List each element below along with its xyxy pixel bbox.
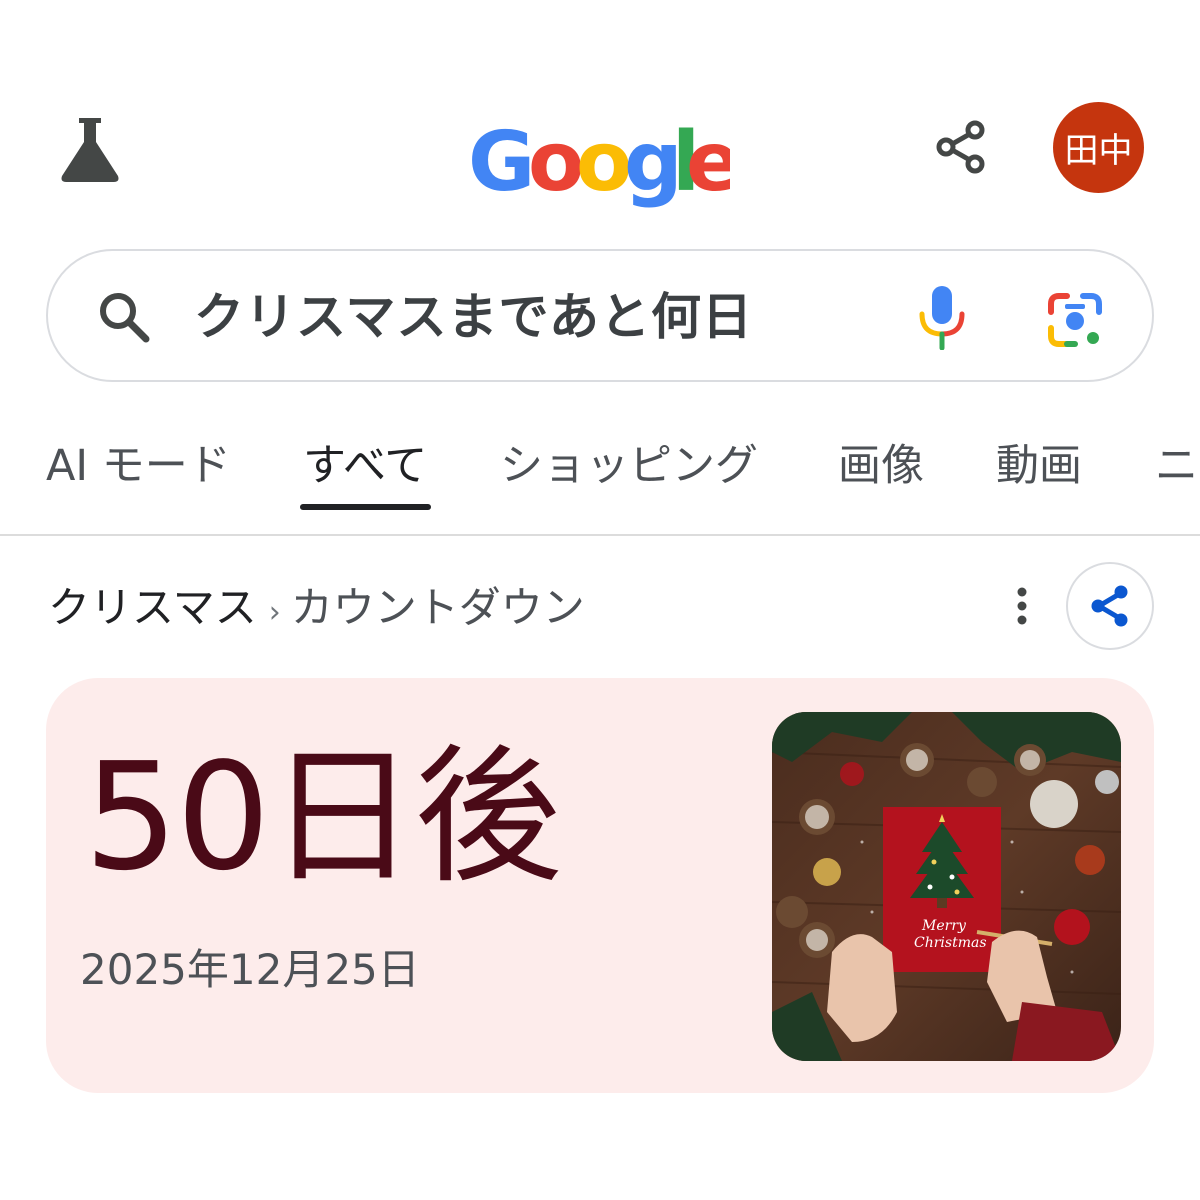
breadcrumb-main: クリスマス [48,583,257,632]
tab-all[interactable]: すべて [303,436,427,496]
google-logo[interactable]: G o o g l e [468,112,730,220]
account-avatar[interactable]: 田中 [1053,102,1144,193]
countdown-card[interactable]: 50日後 2025年12月25日 Merry Christmas [46,678,1154,1093]
active-tab-indicator [300,504,431,510]
search-input[interactable]: クリスマスまであと何日 [194,281,753,353]
search-icon[interactable] [96,289,152,345]
more-options-button[interactable] [1000,578,1044,634]
christmas-date: 2025年12月25日 [80,945,420,994]
tab-news[interactable]: ニ [1155,436,1198,496]
more-vert-icon [1017,587,1027,625]
mic-icon[interactable] [916,284,968,350]
tab-shopping[interactable]: ショッピング [500,436,758,496]
share-page-button[interactable] [926,112,996,182]
search-tabs: AI モード すべて ショッピング 画像 動画 ニ [0,418,1200,536]
logo-letter-e: e [686,115,730,210]
tab-videos[interactable]: 動画 [996,436,1082,496]
card-greeting-text-2: Christmas [914,935,987,951]
tab-ai-mode[interactable]: AI モード [46,436,231,496]
flask-icon [61,118,119,182]
tab-images[interactable]: 画像 [838,436,924,496]
share-result-button[interactable] [1066,562,1154,650]
logo-letter-g: G [468,115,535,210]
google-lens-icon[interactable] [1045,290,1105,350]
breadcrumb: クリスマス › カウントダウン [48,578,585,638]
card-greeting-text: Merry [921,918,967,934]
days-remaining: 50日後 [84,731,562,903]
labs-button[interactable] [52,110,128,186]
share-icon [1091,585,1128,627]
search-bar[interactable]: クリスマスまであと何日 [46,249,1154,382]
christmas-card-image[interactable]: Merry Christmas [772,712,1121,1061]
breadcrumb-sub: カウントダウン [290,583,585,632]
google-search-page: G o o g l e 田中 クリスマスまであと何日 AI モード すべて ショ… [0,0,1200,1200]
breadcrumb-separator: › [268,595,281,630]
share-icon [936,120,985,174]
